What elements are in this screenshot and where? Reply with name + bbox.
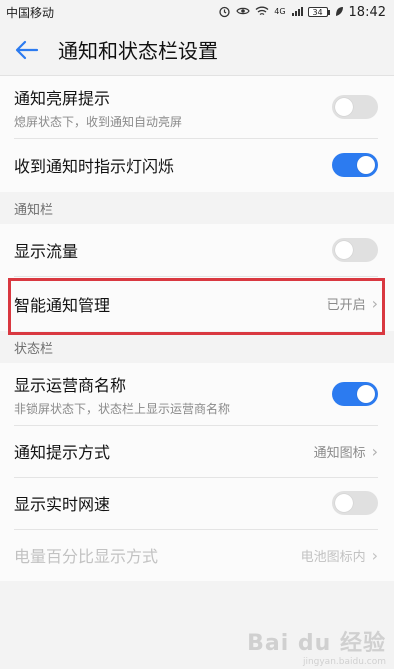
realtime-speed-toggle[interactable]: [332, 491, 378, 515]
signal-icon: [291, 6, 303, 19]
status-icons: 4G 34 18:42: [218, 5, 386, 20]
row-label: 显示实时网速: [14, 495, 111, 514]
page-title: 通知和状态栏设置: [58, 39, 218, 63]
chevron-right-icon: ›: [371, 545, 378, 565]
general-settings-group: 通知亮屏提示 熄屏状态下，收到通知自动亮屏 收到通知时指示灯闪烁: [0, 76, 394, 192]
row-label: 通知提示方式: [14, 443, 111, 462]
led-blink-toggle[interactable]: [332, 153, 378, 177]
row-smart-notification-management[interactable]: 智能通知管理 已开启 ›: [0, 276, 394, 331]
row-subtitle: 熄屏状态下，收到通知自动亮屏: [14, 114, 183, 129]
eye-icon: [236, 5, 250, 19]
watermark-text: Bai du 经验: [247, 631, 386, 656]
row-notification-prompt-method[interactable]: 通知提示方式 通知图标 ›: [0, 425, 394, 477]
row-show-data-usage[interactable]: 显示流量: [0, 224, 394, 276]
leaf-icon: [335, 6, 344, 19]
row-value: 已开启: [326, 298, 366, 313]
watermark-logo: Bai du 经验 jingyan.baidu.com: [247, 625, 386, 667]
row-label: 显示运营商名称: [14, 375, 127, 395]
back-arrow-icon: [15, 40, 39, 59]
row-value: 通知图标: [313, 445, 366, 461]
battery-level: 34: [307, 7, 328, 17]
status-bar: 中国移动 4G 34 18:42: [0, 0, 394, 24]
row-value: 电池图标内: [300, 549, 366, 565]
watermark-url: jingyan.baidu.com: [302, 657, 386, 667]
wake-screen-toggle[interactable]: [332, 95, 378, 119]
back-button[interactable]: [14, 37, 40, 63]
chevron-right-icon: ›: [371, 441, 378, 461]
row-notification-led-blink[interactable]: 收到通知时指示灯闪烁: [0, 138, 394, 192]
row-battery-percentage-display: 电量百分比显示方式 电池图标内 ›: [0, 529, 394, 581]
section-header-notification-bar: 通知栏: [0, 192, 394, 224]
row-show-realtime-network-speed[interactable]: 显示实时网速: [0, 477, 394, 529]
notification-bar-group: 显示流量 智能通知管理 已开启 ›: [0, 224, 394, 331]
row-label: 收到通知时指示灯闪烁: [14, 157, 175, 176]
carrier-name: 中国移动: [6, 5, 55, 20]
alarm-icon: [218, 5, 231, 20]
wifi-icon: [255, 6, 269, 19]
clock: 18:42: [348, 4, 386, 20]
chevron-right-icon: ›: [371, 294, 378, 313]
show-carrier-name-toggle[interactable]: [332, 382, 378, 406]
section-header-status-bar: 状态栏: [0, 331, 394, 363]
row-wake-screen-on-notification[interactable]: 通知亮屏提示 熄屏状态下，收到通知自动亮屏: [0, 76, 394, 138]
battery-icon: 34: [307, 7, 330, 17]
network-type-icon: 4G: [274, 7, 286, 16]
app-header: 通知和状态栏设置: [0, 24, 394, 76]
row-show-carrier-name[interactable]: 显示运营商名称 非锁屏状态下，状态栏上显示运营商名称: [0, 363, 394, 425]
row-label: 电量百分比显示方式: [14, 547, 159, 566]
row-label: 显示流量: [14, 242, 79, 261]
show-data-usage-toggle[interactable]: [332, 238, 378, 262]
row-label: 通知亮屏提示: [14, 88, 111, 108]
row-label: 智能通知管理: [14, 295, 111, 315]
status-bar-group: 显示运营商名称 非锁屏状态下，状态栏上显示运营商名称 通知提示方式 通知图标 ›…: [0, 363, 394, 581]
row-subtitle: 非锁屏状态下，状态栏上显示运营商名称: [14, 401, 231, 416]
